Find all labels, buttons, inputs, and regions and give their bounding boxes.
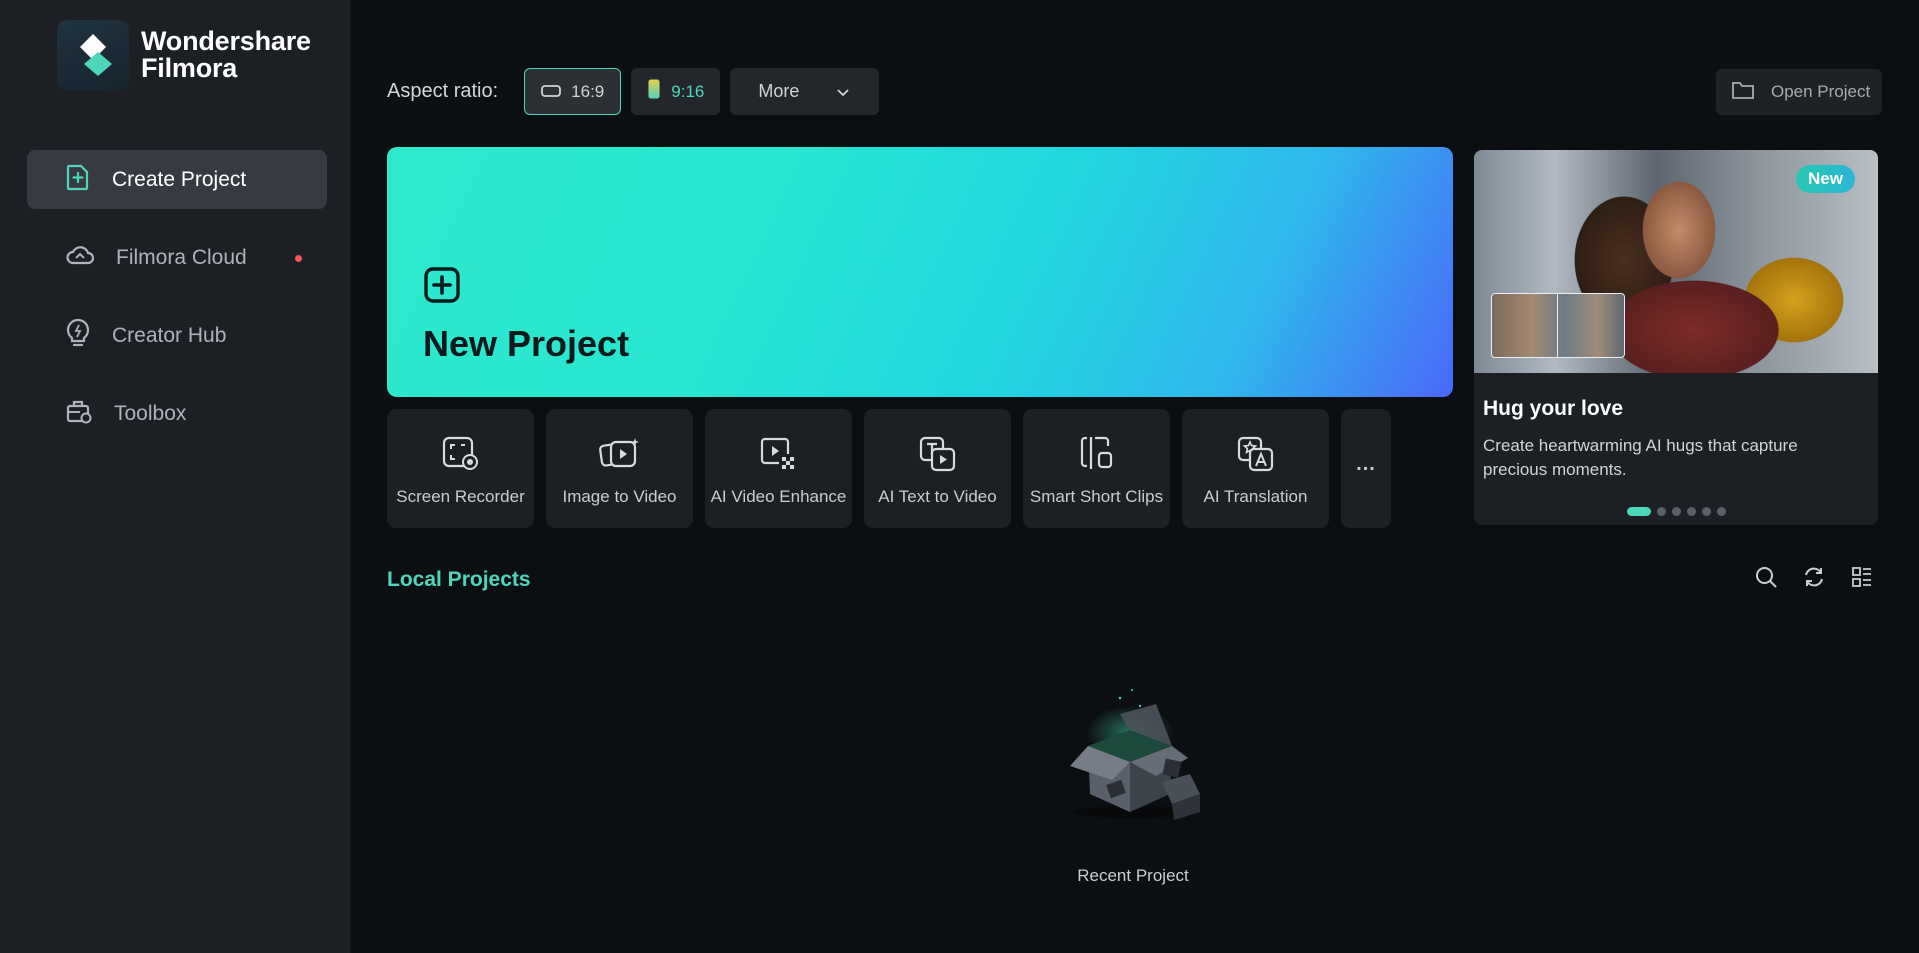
sidebar-item-label: Creator Hub <box>112 323 227 347</box>
sidebar-item-filmora-cloud[interactable]: Filmora Cloud <box>27 228 327 287</box>
promo-title: Hug your love <box>1483 397 1624 420</box>
tool-ai-video-enhance[interactable]: AI Video Enhance <box>705 409 852 528</box>
sidebar-nav: Create Project Filmora Cloud Creator Hub… <box>27 150 327 462</box>
new-project-card[interactable]: New Project <box>387 147 1453 397</box>
logo-line-1: Wondershare <box>141 26 311 56</box>
pager-dot[interactable] <box>1702 507 1711 516</box>
tool-label: AI Text to Video <box>878 487 997 506</box>
more-ratios-label: More <box>758 81 800 101</box>
pager-dot[interactable] <box>1717 507 1726 516</box>
more-ratios-dropdown[interactable]: More <box>730 68 880 115</box>
sidebar-item-creator-hub[interactable]: Creator Hub <box>27 306 327 365</box>
refresh-icon <box>1803 566 1825 593</box>
filmora-start-window: Wondershare Filmora Create Project Filmo… <box>0 0 1919 953</box>
search-button[interactable] <box>1753 566 1779 592</box>
text-to-video-icon <box>919 436 957 477</box>
empty-box-illustration <box>1060 684 1206 824</box>
aspect-ratio-label: Aspect ratio: <box>387 80 499 102</box>
aspect-ratio-toolbar: Aspect ratio: 16:9 9:16 More <box>387 68 889 115</box>
promo-description: Create heartwarming AI hugs that capture… <box>1483 436 1798 479</box>
sidebar-item-create-project[interactable]: Create Project <box>27 150 327 209</box>
empty-state-label: Recent Project <box>1077 866 1189 885</box>
sidebar-item-label: Toolbox <box>114 401 187 425</box>
tool-label: AI Translation <box>1203 487 1308 506</box>
tool-ai-text-to-video[interactable]: AI Text to Video <box>864 409 1011 528</box>
promo-thumbnail-strip <box>1491 293 1625 358</box>
toolbox-icon <box>65 397 93 430</box>
ratio-16-9-button[interactable]: 16:9 <box>524 68 622 115</box>
pager-dot-active[interactable] <box>1627 507 1651 516</box>
tool-image-to-video[interactable]: Image to Video <box>546 409 693 528</box>
sidebar-item-label: Filmora Cloud <box>116 245 247 269</box>
notification-dot <box>295 255 302 262</box>
promo-carousel-card[interactable]: New Hug your love Create heartwarming AI… <box>1474 150 1878 525</box>
plus-square-icon <box>424 267 460 308</box>
chevron-down-icon <box>837 81 850 102</box>
ratio-9-16-label: 9:16 <box>671 81 705 101</box>
tool-label: Smart Short Clips <box>1029 487 1164 506</box>
sidebar-item-toolbox[interactable]: Toolbox <box>27 384 327 443</box>
refresh-button[interactable] <box>1801 566 1827 592</box>
lightbulb-icon <box>65 318 91 353</box>
pager-dot[interactable] <box>1687 507 1696 516</box>
view-toggle-button[interactable] <box>1849 566 1875 592</box>
new-project-title: New Project <box>423 323 630 364</box>
local-projects-tab[interactable]: Local Projects <box>387 568 531 592</box>
sidebar: Wondershare Filmora Create Project Filmo… <box>0 0 351 953</box>
video-enhance-icon <box>760 436 798 475</box>
carousel-pager <box>1627 507 1732 516</box>
tool-label: Screen Recorder <box>396 487 525 506</box>
tool-label: Image to Video <box>562 487 677 506</box>
logo-line-2: Filmora <box>141 53 238 83</box>
image-to-video-icon <box>598 436 641 475</box>
local-projects-actions <box>1753 566 1875 592</box>
cloud-icon <box>65 243 95 272</box>
logo-wordmark: Wondershare Filmora <box>141 28 311 82</box>
ratio-16-9-label: 16:9 <box>571 81 605 101</box>
more-tools-button[interactable]: ... <box>1341 409 1391 528</box>
filmora-logo-icon <box>57 20 129 90</box>
short-clips-icon <box>1079 436 1115 475</box>
sidebar-item-label: Create Project <box>112 167 247 191</box>
quick-tools: Screen Recorder Image to Video AI Video … <box>387 409 1403 528</box>
translation-icon <box>1237 436 1275 477</box>
open-project-label: Open Project <box>1771 82 1871 101</box>
add-project-icon <box>65 163 91 196</box>
pager-dot[interactable] <box>1672 507 1681 516</box>
folder-icon <box>1731 80 1755 105</box>
app-logo: Wondershare Filmora <box>57 20 311 90</box>
new-badge: New <box>1796 165 1855 193</box>
search-icon <box>1755 566 1777 593</box>
pager-dot[interactable] <box>1657 507 1666 516</box>
open-project-button[interactable]: Open Project <box>1716 69 1882 115</box>
tool-screen-recorder[interactable]: Screen Recorder <box>387 409 534 528</box>
ratio-9-16-button[interactable]: 9:16 <box>631 68 721 115</box>
screen-recorder-icon <box>442 436 480 477</box>
more-dots-icon: ... <box>1356 453 1376 475</box>
tool-label: AI Video Enhance <box>710 487 847 506</box>
tool-smart-short-clips[interactable]: Smart Short Clips <box>1023 409 1170 528</box>
landscape-ratio-icon <box>541 82 562 102</box>
tool-ai-translation[interactable]: AI Translation <box>1182 409 1329 528</box>
list-view-icon <box>1851 566 1873 593</box>
portrait-ratio-icon <box>647 78 661 105</box>
